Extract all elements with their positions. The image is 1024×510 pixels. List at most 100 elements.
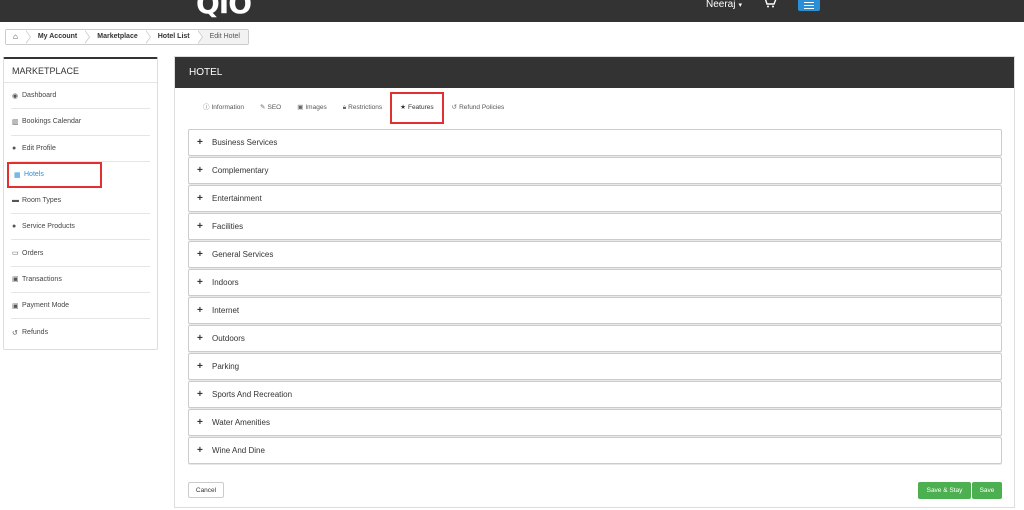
plus-icon: + <box>197 389 203 400</box>
feature-group-internet[interactable]: + Internet <box>188 297 1002 324</box>
feature-group-label: Indoors <box>212 278 239 287</box>
sidebar-item-payment-mode[interactable]: ▣ Payment Mode <box>11 293 150 320</box>
users-icon: ● <box>12 223 17 231</box>
tab-label: Images <box>305 104 327 111</box>
sidebar-list: ◉ Dashboard ▥ Bookings Calendar ● Edit Prof… <box>4 83 157 346</box>
home-icon: ⌂ <box>13 32 18 41</box>
sidebar-item-label: Room Types <box>22 197 62 205</box>
tab-label: Features <box>407 104 434 111</box>
cancel-button[interactable]: Cancel <box>188 482 224 498</box>
tab-refund-policies[interactable]: ↺ Refund Policies <box>444 93 513 123</box>
tab-information[interactable]: ⓘ Information <box>195 93 252 123</box>
sidebar-item-hotels[interactable]: ▦ Hotels <box>7 161 102 188</box>
breadcrumb-my-account[interactable]: My Account <box>25 30 91 44</box>
plus-icon: + <box>197 333 203 344</box>
sidebar-item-label: Hotels <box>24 171 44 179</box>
tab-label: Restrictions <box>348 104 383 111</box>
tab-features[interactable]: ★ Features <box>390 92 444 124</box>
feature-group-label: Internet <box>212 306 240 315</box>
bar-chart-icon: ▥ <box>12 118 19 126</box>
sidebar-item-service-products[interactable]: ● Service Products <box>11 214 150 241</box>
tab-seo[interactable]: ✎ SEO <box>252 93 289 123</box>
plus-icon: + <box>197 417 203 428</box>
sidebar-item-label: Transactions <box>22 275 62 283</box>
feature-group-facilities[interactable]: + Facilities <box>188 213 1002 240</box>
sidebar-item-transactions[interactable]: ▣ Transactions <box>11 267 150 294</box>
hamburger-menu-button[interactable] <box>798 0 820 11</box>
feature-group-label: Water Amenities <box>212 418 270 427</box>
money-icon: ▣ <box>12 276 19 284</box>
tab-label: Information <box>211 104 245 111</box>
plus-icon: + <box>197 445 203 456</box>
sidebar-item-label: Service Products <box>22 223 75 231</box>
breadcrumb-home[interactable]: ⌂ <box>6 30 31 44</box>
feature-group-water-amenities[interactable]: + Water Amenities <box>188 409 1002 436</box>
tab-label: SEO <box>267 104 282 111</box>
feature-group-sports-and-recreation[interactable]: + Sports And Recreation <box>188 381 1002 408</box>
pencil-icon: ✎ <box>260 104 266 111</box>
top-navbar: QIO Neeraj ▾ <box>0 0 1024 22</box>
chevron-down-icon: ▾ <box>738 2 742 9</box>
image-icon: ▣ <box>297 104 304 111</box>
plus-icon: + <box>197 165 203 176</box>
feature-group-label: Facilities <box>212 222 244 231</box>
features-accordion: + Business Services + Complementary + Enter… <box>188 129 1002 465</box>
sidebar-item-bookings-calendar[interactable]: ▥ Bookings Calendar <box>11 109 150 136</box>
feature-group-wine-and-dine[interactable]: + Wine And Dine <box>188 437 1002 464</box>
sidebar-item-dashboard[interactable]: ◉ Dashboard <box>11 83 150 110</box>
feature-group-label: Entertainment <box>212 194 262 203</box>
feature-group-business-services[interactable]: + Business Services <box>188 129 1002 156</box>
feature-group-entertainment[interactable]: + Entertainment <box>188 185 1002 212</box>
plus-icon: + <box>197 137 203 148</box>
sidebar-item-refunds[interactable]: ↺ Refunds <box>11 319 150 345</box>
credit-card-icon: ▭ <box>12 250 19 258</box>
hotel-panel: HOTEL ⓘ Information ✎ SEO ▣ Images 🔒︎ Restri… <box>174 56 1015 508</box>
plus-icon: + <box>197 277 203 288</box>
sidebar-item-label: Payment Mode <box>22 302 70 310</box>
panel-title: HOTEL <box>175 57 1014 88</box>
user-icon: ● <box>12 144 17 152</box>
money-icon: ▣ <box>12 302 19 310</box>
building-icon: ▦ <box>14 171 21 179</box>
feature-group-outdoors[interactable]: + Outdoors <box>188 325 1002 352</box>
feature-group-label: Business Services <box>212 138 278 147</box>
feature-group-general-services[interactable]: + General Services <box>188 241 1002 268</box>
plus-icon: + <box>197 221 203 232</box>
sidebar: MARKETPLACE ◉ Dashboard ▥ Bookings Calenda… <box>3 57 158 350</box>
save-button[interactable]: Save <box>972 482 1002 499</box>
sidebar-item-room-types[interactable]: ▬ Room Types <box>11 188 150 215</box>
sidebar-item-label: Dashboard <box>22 92 57 100</box>
hamburger-icon <box>804 2 814 3</box>
user-menu[interactable]: Neeraj ▾ <box>706 0 742 10</box>
info-icon: ⓘ <box>203 104 210 111</box>
feature-group-label: Parking <box>212 362 240 371</box>
hotel-tabs: ⓘ Information ✎ SEO ▣ Images 🔒︎ Restrictions… <box>195 92 513 124</box>
sidebar-item-label: Orders <box>22 249 44 257</box>
save-and-stay-button[interactable]: Save & Stay <box>918 482 971 499</box>
tab-restrictions[interactable]: 🔒︎ Restrictions <box>335 93 390 123</box>
feature-group-label: Sports And Recreation <box>212 390 293 399</box>
sidebar-item-label: Refunds <box>22 329 49 337</box>
breadcrumb: ⌂ My Account Marketplace Hotel List Edit… <box>5 29 249 45</box>
sidebar-item-orders[interactable]: ▭ Orders <box>11 240 150 267</box>
undo-icon: ↺ <box>451 104 458 111</box>
cart-icon[interactable] <box>763 0 777 11</box>
sidebar-item-label: Edit Profile <box>22 144 56 152</box>
breadcrumb-edit-hotel: Edit Hotel <box>197 30 248 44</box>
feature-group-label: Wine And Dine <box>212 446 265 455</box>
breadcrumb-hotel-list[interactable]: Hotel List <box>145 30 203 44</box>
feature-group-complementary[interactable]: + Complementary <box>188 157 1002 184</box>
site-logo[interactable]: QIO <box>196 0 252 18</box>
feature-group-label: General Services <box>212 250 274 259</box>
lock-icon: 🔒︎ <box>342 104 347 111</box>
tab-images[interactable]: ▣ Images <box>289 93 334 123</box>
plus-icon: + <box>197 193 203 204</box>
sidebar-item-edit-profile[interactable]: ● Edit Profile <box>11 136 150 162</box>
feature-group-indoors[interactable]: + Indoors <box>188 269 1002 296</box>
star-icon: ★ <box>400 104 406 111</box>
tab-label: Refund Policies <box>459 104 505 111</box>
feature-group-parking[interactable]: + Parking <box>188 353 1002 380</box>
user-name: Neeraj <box>706 0 736 10</box>
dashboard-icon: ◉ <box>12 92 19 100</box>
breadcrumb-marketplace[interactable]: Marketplace <box>85 30 152 44</box>
